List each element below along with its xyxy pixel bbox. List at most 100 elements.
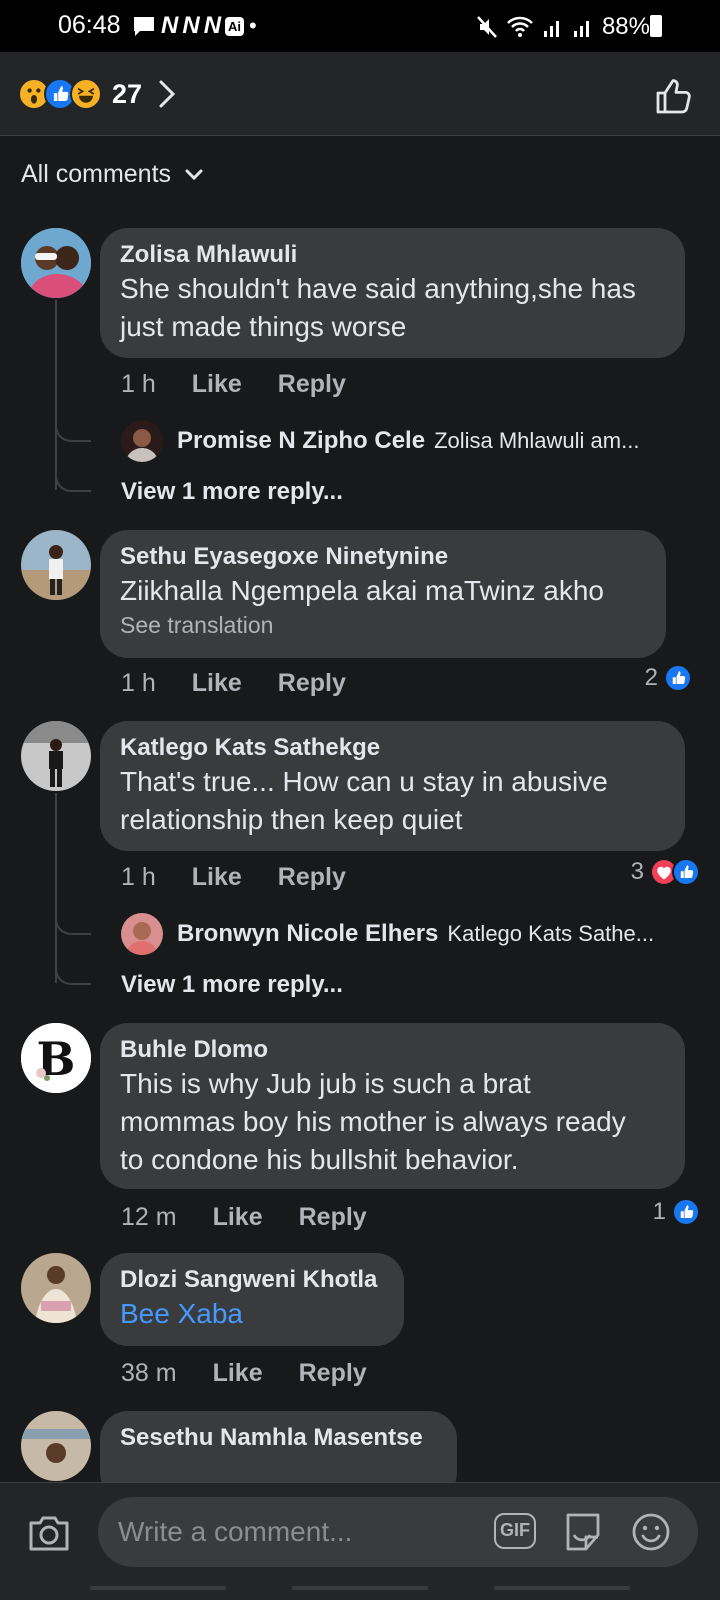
like-button[interactable]: Like [213,1359,263,1388]
reaction-count: 3 [630,858,644,885]
comment-text: to condone his bullshit behavior. [120,1144,519,1175]
like-button[interactable]: Like [192,370,242,399]
nav-back-button[interactable] [494,1586,630,1590]
thread-branch [55,959,91,985]
comment-actions: 1 h Like Reply [121,863,382,892]
commenter-name[interactable]: Buhle Dlomo [120,1035,665,1065]
comment-actions: 38 m Like Reply [121,1359,403,1388]
comment-bubble[interactable]: Katlego Kats Sathekge That's true... How… [100,721,685,851]
commenter-name[interactable]: Sesethu Namhla Masentse [120,1423,437,1453]
camera-icon[interactable] [27,1513,71,1553]
chevron-down-icon [185,169,203,180]
filter-label: All comments [21,160,172,188]
comment-actions: 12 m Like Reply [121,1203,403,1232]
message-notification-icon [134,17,154,36]
reply-text: Zolisa Mhlawuli am... [434,428,640,453]
comment-bubble[interactable]: Sethu Eyasegoxe Ninetynine Ziikhalla Nge… [100,530,666,658]
notification-icons: N N N Ai • [132,12,257,40]
commenter-name[interactable]: Dlozi Sangweni Khotla [120,1265,384,1295]
haha-reaction-icon [70,78,102,110]
comment-bubble[interactable]: Dlozi Sangweni Khotla Bee Xaba [100,1253,404,1346]
emoji-icon[interactable] [630,1511,672,1553]
system-icons: 88% [476,13,650,41]
avatar[interactable] [21,530,91,600]
comment-time: 38 m [121,1359,177,1387]
avatar[interactable] [21,1253,91,1323]
comment-time: 1 h [121,863,156,891]
reply-preview[interactable]: Promise N Zipho Cele Zolisa Mhlawuli am.… [121,420,681,462]
tagged-name-link[interactable]: Bee Xaba [120,1295,384,1333]
more-notifications-dot: • [249,13,257,38]
comment-bubble[interactable]: Buhle Dlomo This is why Jub jub is such … [100,1023,685,1189]
thread-line [55,300,57,490]
comment-bubble[interactable]: Sesethu Namhla Masentse [100,1411,457,1482]
reaction-count: 2 [644,664,658,691]
comment-input-container: GIF [98,1497,698,1567]
nav-home-button[interactable] [292,1586,428,1590]
reply-button[interactable]: Reply [278,370,346,399]
reply-button[interactable]: Reply [278,863,346,892]
mute-icon [477,16,497,38]
comment-reactions[interactable]: 2 [645,664,692,692]
like-post-icon[interactable] [654,76,694,116]
thread-branch [55,909,91,935]
reactions-header: 27 [0,52,720,136]
view-more-replies-link[interactable]: View 1 more reply... [121,478,343,506]
comment-text: That's true... How can u stay in abusive [120,766,608,797]
commenter-name[interactable]: Sethu Eyasegoxe Ninetynine [120,542,646,572]
reply-button[interactable]: Reply [299,1203,367,1232]
reaction-count: 1 [652,1198,666,1225]
comment-reactions[interactable]: 3 [631,858,700,886]
system-nav-bar [0,1576,720,1600]
like-button[interactable]: Like [192,669,242,698]
reply-button[interactable]: Reply [299,1359,367,1388]
comment-text: Ziikhalla Ngempela akai maTwinz akho [120,575,604,606]
battery-icon [650,15,662,37]
comment-text: This is why Jub jub is such a brat [120,1068,531,1099]
avatar[interactable] [21,228,91,298]
avatar[interactable] [21,721,91,791]
comment-text: just made things worse [120,311,407,342]
commenter-name[interactable]: Katlego Kats Sathekge [120,733,665,763]
commenter-name[interactable]: Zolisa Mhlawuli [120,240,665,270]
comment-bubble[interactable]: Zolisa Mhlawuli She shouldn't have said … [100,228,685,358]
nav-recent-button[interactable] [90,1586,226,1590]
comment-input[interactable] [118,1497,478,1567]
comment-filter-dropdown[interactable]: All comments [21,160,203,189]
view-more-replies-link[interactable]: View 1 more reply... [121,971,343,999]
reply-preview[interactable]: Bronwyn Nicole Elhers Katlego Kats Sathe… [121,913,681,955]
like-reaction-icon [672,1198,700,1226]
comment-time: 1 h [121,669,156,697]
reply-button[interactable]: Reply [278,669,346,698]
chevron-right-icon [159,80,176,108]
comment-actions: 1 h Like Reply [121,669,382,698]
like-button[interactable]: Like [192,863,242,892]
avatar[interactable]: B [21,1023,91,1093]
thread-branch [55,466,91,492]
comment-text: She shouldn't have said anything,she has [120,273,636,304]
see-translation-link[interactable]: See translation [120,610,646,640]
like-button[interactable]: Like [213,1203,263,1232]
wifi-icon [507,16,533,37]
gif-button[interactable]: GIF [494,1513,536,1549]
thread-branch [55,416,91,442]
n-notification-icon: N [182,12,199,39]
signal-icon [573,21,589,37]
avatar[interactable] [21,1411,91,1481]
like-reaction-icon [664,664,692,692]
thread-line [55,793,57,983]
avatar [121,913,163,955]
reactions-summary[interactable]: 27 [18,78,176,110]
comment-time: 1 h [121,370,156,398]
sticker-icon[interactable] [562,1511,604,1553]
n-notification-icon: N [203,12,221,39]
reply-author: Promise N Zipho Cele [177,427,426,454]
status-bar: 06:48 N N N Ai • 88% [0,0,720,52]
reply-text: Katlego Kats Sathe... [447,921,655,946]
comment-reactions[interactable]: 1 [653,1198,700,1226]
reaction-count: 27 [112,78,143,109]
comment-text: mommas boy his mother is always ready [120,1106,626,1137]
reply-author: Bronwyn Nicole Elhers [177,920,439,947]
ai-notification-icon: Ai [225,16,245,36]
signal-icon [543,21,559,37]
